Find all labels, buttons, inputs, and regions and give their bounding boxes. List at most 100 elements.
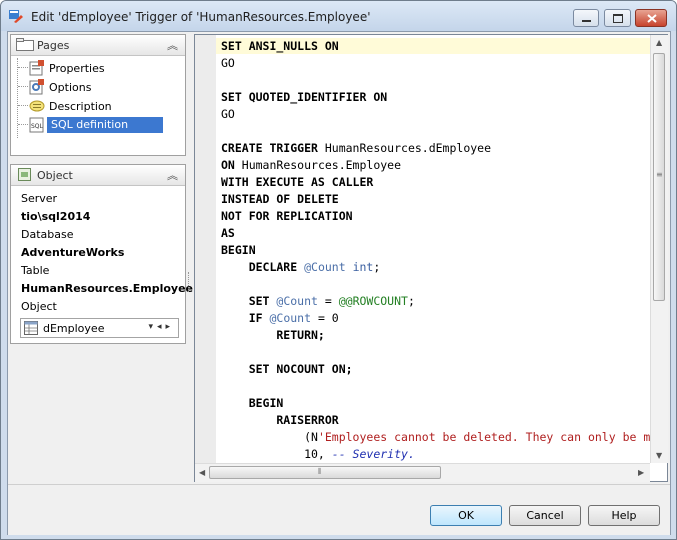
code-area[interactable]: SET ANSI_NULLS ON GO SET QUOTED_IDENTIFIER… bbox=[216, 35, 650, 463]
object-panel-header[interactable]: Object ︽ bbox=[11, 165, 185, 186]
scroll-up-icon[interactable]: ▲ bbox=[656, 38, 662, 47]
code-token: HumanResources.Employee bbox=[241, 158, 402, 172]
maximize-button[interactable] bbox=[604, 9, 631, 27]
page-description[interactable]: Description bbox=[29, 97, 187, 115]
collapse-object-icon[interactable]: ︽ bbox=[167, 167, 178, 183]
code-token: ; bbox=[373, 260, 381, 274]
page-sql-definition[interactable]: SQL SQL definition bbox=[29, 116, 187, 134]
title-bar[interactable]: Edit 'dEmployee' Trigger of 'HumanResour… bbox=[1, 1, 676, 31]
dialog-client: Pages ︽ Properties Options Description S… bbox=[7, 31, 671, 535]
pages-icon bbox=[16, 38, 34, 51]
code-token: AS bbox=[221, 226, 235, 240]
options-icon bbox=[29, 79, 44, 95]
code-token: = bbox=[317, 294, 339, 308]
sql-editor[interactable]: SET ANSI_NULLS ON GO SET QUOTED_IDENTIFIER… bbox=[194, 34, 668, 482]
code-line: RAISERROR bbox=[221, 412, 339, 428]
scroll-right-icon[interactable]: ▶ bbox=[638, 468, 644, 477]
code-line: NOT FOR REPLICATION bbox=[221, 208, 353, 224]
page-label: Description bbox=[49, 100, 112, 113]
pages-panel-title: Pages bbox=[37, 39, 70, 52]
horizontal-scrollbar[interactable]: ◀ ⦀ ▶ bbox=[195, 463, 650, 482]
code-line: (N'Employees cannot be deleted. They can… bbox=[221, 429, 650, 445]
code-token: RETURN; bbox=[221, 328, 325, 342]
object-selector[interactable]: dEmployee ▾◂▸ bbox=[20, 318, 179, 338]
scroll-left-icon[interactable]: ◀ bbox=[199, 468, 205, 477]
pane-splitter[interactable] bbox=[188, 272, 192, 292]
page-properties[interactable]: Properties bbox=[29, 59, 187, 77]
page-label: Properties bbox=[49, 62, 105, 75]
code-token: = 0 bbox=[311, 311, 339, 325]
code-token: ON bbox=[221, 158, 242, 172]
help-button[interactable]: Help bbox=[588, 505, 660, 526]
close-icon bbox=[647, 14, 657, 23]
code-token: SET NOCOUNT ON; bbox=[221, 362, 353, 376]
minimize-icon bbox=[582, 20, 591, 22]
code-token: int bbox=[352, 260, 374, 274]
code-line: DECLARE @Count int; bbox=[221, 259, 381, 275]
code-token: 'Employees cannot be deleted. They can o… bbox=[317, 430, 650, 444]
scroll-grip-icon: ≡ bbox=[656, 170, 663, 179]
code-token: (N bbox=[221, 430, 318, 444]
description-icon bbox=[29, 100, 45, 112]
tree-connector bbox=[18, 86, 28, 87]
close-button[interactable] bbox=[635, 9, 667, 27]
server-label: Server bbox=[21, 192, 58, 205]
page-options[interactable]: Options bbox=[29, 78, 187, 96]
code-token: CREATE TRIGGER bbox=[221, 141, 325, 155]
cancel-button[interactable]: Cancel bbox=[509, 505, 581, 526]
scroll-grip-icon: ⦀ bbox=[318, 467, 322, 476]
code-line: AS bbox=[221, 225, 235, 241]
code-token: SET QUOTED_IDENTIFIER ON bbox=[221, 90, 388, 104]
pages-panel-header[interactable]: Pages ︽ bbox=[11, 35, 185, 56]
ok-button[interactable]: OK bbox=[430, 505, 502, 526]
table-icon bbox=[24, 321, 38, 335]
code-token: -- Severity. bbox=[331, 447, 415, 461]
editor-gutter bbox=[195, 35, 216, 463]
collapse-pages-icon[interactable]: ︽ bbox=[167, 37, 178, 53]
object-icon bbox=[18, 168, 31, 181]
selector-nav-icons[interactable]: ▾◂▸ bbox=[148, 322, 174, 332]
minimize-button[interactable] bbox=[573, 9, 599, 27]
svg-text:SQL: SQL bbox=[31, 123, 44, 130]
code-token: DECLARE bbox=[221, 260, 305, 274]
code-line: 10, -- Severity. bbox=[221, 446, 415, 462]
code-line: WITH EXECUTE AS CALLER bbox=[221, 174, 373, 190]
code-token: HumanResources.dEmployee bbox=[324, 141, 492, 155]
code-token: NOT FOR REPLICATION bbox=[221, 209, 353, 223]
code-line: CREATE TRIGGER HumanResources.dEmployee bbox=[221, 140, 491, 156]
tree-connector bbox=[18, 124, 28, 125]
object-panel-title: Object bbox=[37, 169, 73, 182]
vertical-scrollbar[interactable]: ▲ ≡ ▼ bbox=[650, 35, 668, 463]
page-label: SQL definition bbox=[47, 117, 163, 133]
object-panel: Object ︽ Server tio\sql2014 Database Adv… bbox=[10, 164, 193, 344]
object-selector-value: dEmployee bbox=[43, 322, 105, 335]
code-line: SET @Count = @@ROWCOUNT; bbox=[221, 293, 415, 309]
code-token: GO bbox=[221, 107, 235, 121]
code-token: @Count bbox=[304, 260, 346, 274]
code-token: @Count bbox=[276, 294, 318, 308]
code-token: @Count bbox=[269, 311, 312, 325]
horizontal-scroll-thumb[interactable]: ⦀ bbox=[209, 466, 441, 479]
window-title: Edit 'dEmployee' Trigger of 'HumanResour… bbox=[31, 10, 371, 24]
code-line: SET ANSI_NULLS ON bbox=[221, 38, 339, 54]
scroll-down-icon[interactable]: ▼ bbox=[656, 451, 662, 460]
code-token: IF bbox=[221, 311, 270, 325]
database-value: AdventureWorks bbox=[21, 246, 125, 259]
object-label: Object bbox=[21, 300, 57, 313]
code-line: IF @Count = 0 bbox=[221, 310, 339, 326]
code-token: RAISERROR bbox=[221, 413, 339, 427]
dialog-window: Edit 'dEmployee' Trigger of 'HumanResour… bbox=[0, 0, 677, 540]
dialog-button-bar: OK Cancel Help bbox=[8, 484, 670, 535]
code-token: ; bbox=[407, 294, 415, 308]
tree-connector bbox=[18, 105, 28, 106]
code-token: 10, bbox=[221, 447, 332, 461]
code-line: GO bbox=[221, 106, 235, 122]
code-line: GO bbox=[221, 55, 235, 71]
sql-icon: SQL bbox=[29, 117, 44, 133]
code-token: @@ROWCOUNT bbox=[338, 294, 408, 308]
properties-icon bbox=[29, 60, 44, 76]
trigger-edit-icon bbox=[9, 10, 23, 23]
navigation-pane: Pages ︽ Properties Options Description S… bbox=[10, 34, 193, 344]
vertical-scroll-thumb[interactable]: ≡ bbox=[653, 53, 665, 301]
